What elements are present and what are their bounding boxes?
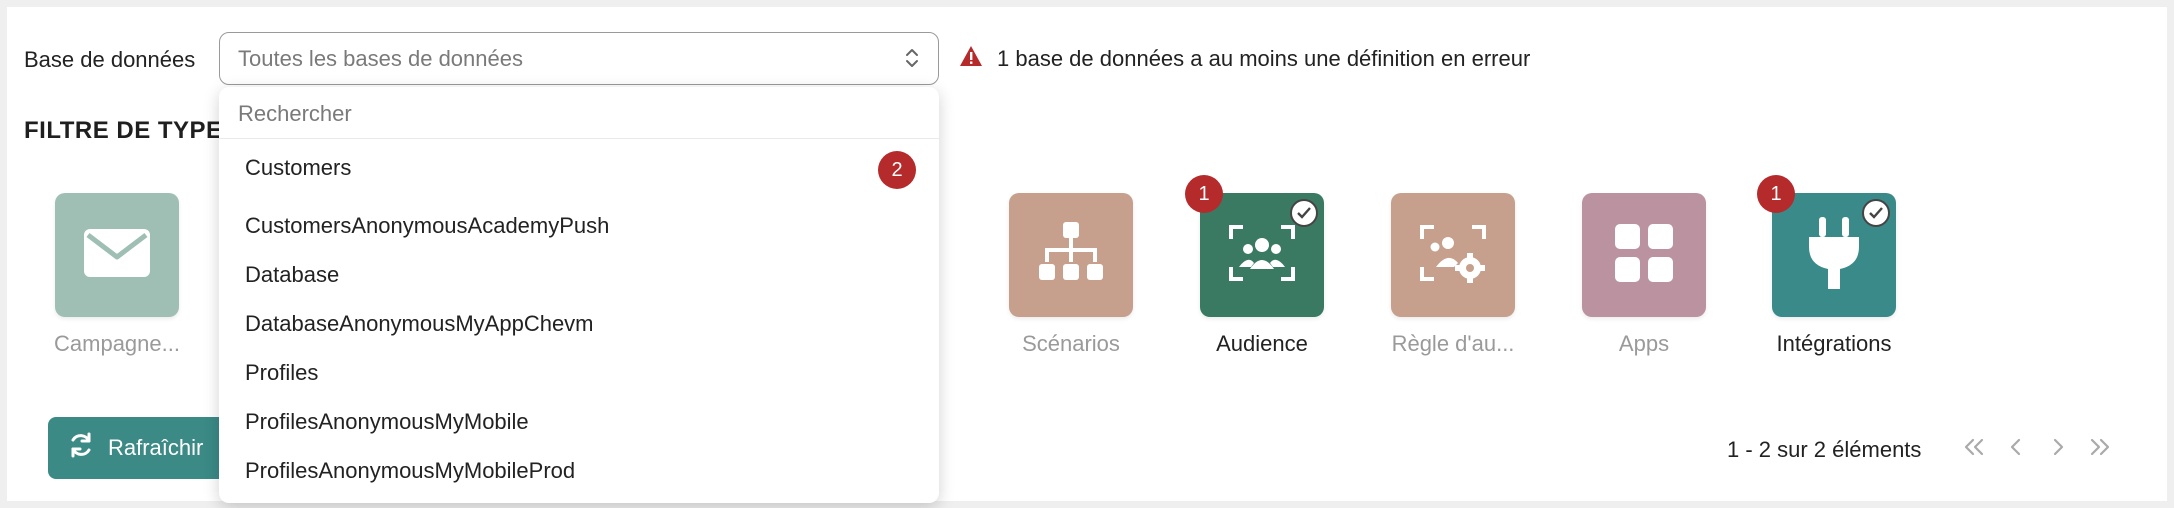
tile-audience-square: 1 xyxy=(1185,175,1324,317)
apps-grid-icon xyxy=(1615,223,1673,287)
pagination-controls xyxy=(1962,433,2112,461)
refresh-button[interactable]: Rafraîchir xyxy=(48,417,228,479)
dropdown-option[interactable]: Customers xyxy=(245,155,351,181)
first-page-icon[interactable] xyxy=(1962,433,1986,461)
tile-audience[interactable]: 1 Audience xyxy=(1185,175,1327,357)
last-page-icon[interactable] xyxy=(2088,433,2112,461)
error-count-badge: 1 xyxy=(1757,175,1795,213)
tile-campagnes-square xyxy=(55,193,179,317)
tile-apps-square xyxy=(1582,193,1706,317)
warning-text: 1 base de données a au moins une définit… xyxy=(997,46,1531,71)
tile-regle-square xyxy=(1391,193,1515,317)
page: Base de données Toutes les bases de donn… xyxy=(7,7,2167,503)
database-select[interactable]: Toutes les bases de données xyxy=(219,32,939,85)
audience-scan-icon xyxy=(1229,223,1295,288)
dropdown-option[interactable]: Database xyxy=(245,262,339,288)
dropdown-option[interactable]: ProfilesAnonymousMyMobile xyxy=(245,409,529,435)
previous-page-icon[interactable] xyxy=(2004,433,2028,461)
next-page-icon[interactable] xyxy=(2046,433,2070,461)
tile-campagnes[interactable]: Campagne... xyxy=(52,193,182,357)
dropdown-option[interactable]: Profiles xyxy=(245,360,318,386)
tile-label: Règle d'au... xyxy=(1391,331,1515,356)
tile-label: Apps xyxy=(1618,331,1670,356)
tile-label: Intégrations xyxy=(1776,331,1892,356)
envelope-icon xyxy=(84,228,150,282)
plug-icon xyxy=(1807,216,1861,294)
tile-label: Scénarios xyxy=(1022,331,1120,356)
warning-icon xyxy=(959,45,997,73)
dropdown-option[interactable]: ProfilesAnonymousMyMobileProd xyxy=(245,458,575,484)
tile-integrations-square: 1 xyxy=(1757,175,1896,317)
database-warning: 1 base de données a au moins une définit… xyxy=(959,45,1530,73)
tile-regle-audience[interactable]: Règle d'au... xyxy=(1388,193,1518,357)
audience-gear-icon xyxy=(1420,223,1486,288)
error-count-badge: 1 xyxy=(1185,175,1223,213)
tile-label: Audience xyxy=(1216,331,1308,356)
refresh-icon xyxy=(68,432,108,464)
chevron-updown-icon xyxy=(902,45,922,71)
tile-scenarios-square xyxy=(1009,193,1133,317)
refresh-label: Rafraîchir xyxy=(108,435,204,460)
tile-integrations[interactable]: 1 Intégrations xyxy=(1757,175,1899,357)
tile-label: Campagne... xyxy=(54,331,180,356)
checked-icon xyxy=(1290,199,1318,227)
database-label: Base de données xyxy=(24,47,196,72)
dropdown-search-input[interactable]: Rechercher xyxy=(219,87,939,139)
pagination-summary: 1 - 2 sur 2 éléments xyxy=(1727,437,1922,462)
dropdown-option[interactable]: CustomersAnonymousAcademyPush xyxy=(245,213,609,239)
option-error-badge: 2 xyxy=(878,151,916,189)
tile-apps[interactable]: Apps xyxy=(1579,193,1709,357)
type-filter-title: FILTRE DE TYPE D xyxy=(24,117,248,144)
database-select-value: Toutes les bases de données xyxy=(238,45,523,71)
hierarchy-icon xyxy=(1038,221,1104,289)
tile-scenarios[interactable]: Scénarios xyxy=(1006,193,1136,357)
database-dropdown: Rechercher Customers 2 CustomersAnonymou… xyxy=(219,87,939,503)
dropdown-option[interactable]: DatabaseAnonymousMyAppChevm xyxy=(245,311,594,337)
checked-icon xyxy=(1862,199,1890,227)
